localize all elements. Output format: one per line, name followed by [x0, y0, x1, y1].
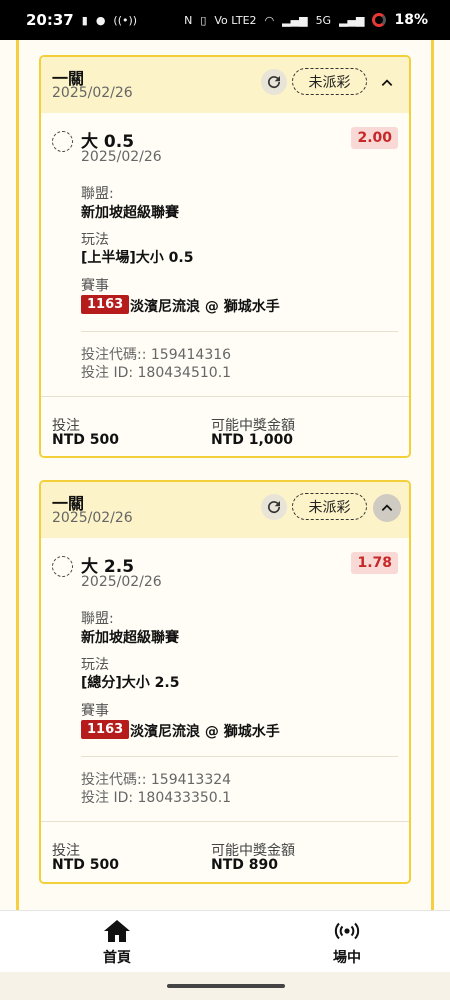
bet-date: 2025/02/26 — [52, 85, 133, 101]
play-label: 玩法 — [81, 657, 109, 673]
stake-value: NTD 500 — [52, 857, 119, 873]
match-label: 賽事 — [81, 703, 109, 719]
home-gesture-bar[interactable] — [167, 984, 285, 988]
bet-card-header[interactable]: 一關 2025/02/26 未派彩 — [41, 482, 409, 538]
live-broadcast-icon — [334, 922, 360, 940]
stake-value: NTD 500 — [52, 432, 119, 448]
bet-card-header[interactable]: 一關 2025/02/26 未派彩 — [41, 57, 409, 113]
bet-id: 投注 ID: 180434510.1 — [81, 365, 232, 381]
selection-date: 2025/02/26 — [81, 574, 162, 590]
signal-icon: ▂▄▆ — [282, 13, 308, 27]
divider — [81, 331, 398, 332]
right-rail — [431, 40, 434, 910]
nav-home[interactable]: 首頁 — [77, 919, 157, 967]
league-label: 聯盟: — [81, 611, 114, 627]
bet-card-footer: 投注 NTD 500 可能中獎金額 NTD 1,000 — [41, 396, 409, 456]
volte-indicator: Vo LTE2 — [214, 13, 257, 27]
line-app-icon: ● — [95, 13, 106, 27]
play-value: [總分]大小 2.5 — [81, 675, 180, 691]
battery-ring-icon — [372, 13, 387, 27]
bet-card-body: 大 2.5 2025/02/26 1.78 聯盟: 新加坡超級聯賽 玩法 [總分… — [41, 538, 409, 821]
settlement-status-badge: 未派彩 — [292, 493, 367, 520]
chevron-up-icon[interactable] — [373, 69, 401, 97]
match-label: 賽事 — [81, 278, 109, 294]
play-label: 玩法 — [81, 232, 109, 248]
match-number-badge: 1163 — [81, 295, 130, 314]
league-value: 新加坡超級聯賽 — [81, 630, 179, 646]
odds-badge: 2.00 — [351, 127, 398, 149]
select-radio[interactable] — [52, 556, 73, 577]
network-type: 5G — [315, 13, 332, 27]
sim-card-icon: ▮ — [81, 13, 88, 27]
hotspot-icon: ((•)) — [113, 13, 138, 27]
payout-value: NTD 1,000 — [211, 432, 294, 448]
bet-card-footer: 投注 NTD 500 可能中獎金額 NTD 890 — [41, 821, 409, 882]
gesture-area — [0, 972, 450, 1000]
wifi-icon: ◠ — [264, 13, 275, 27]
clock: 20:37 — [26, 11, 74, 29]
refresh-icon[interactable] — [261, 494, 287, 520]
match-name: 淡濱尼流浪 @ 獅城水手 — [130, 724, 280, 740]
settlement-status-badge: 未派彩 — [292, 68, 367, 95]
bet-date: 2025/02/26 — [52, 510, 133, 526]
divider — [81, 756, 398, 757]
nav-home-label: 首頁 — [103, 950, 131, 966]
signal-2-icon: ▂▄▆ — [339, 13, 365, 27]
bet-list[interactable]: 一關 2025/02/26 未派彩 大 0.5 2025/02/26 2.00 … — [0, 40, 450, 910]
match-name: 淡濱尼流浪 @ 獅城水手 — [130, 299, 280, 315]
status-bar: 20:37 ▮ ● ((•)) N ▯ Vo LTE2 ◠ ▂▄▆ 5G ▂▄▆… — [0, 0, 450, 40]
league-label: 聯盟: — [81, 186, 114, 202]
select-radio[interactable] — [52, 131, 73, 152]
bet-card: 一關 2025/02/26 未派彩 大 2.5 2025/02/26 1.78 … — [39, 480, 411, 884]
battery-level: 18% — [394, 12, 428, 28]
nav-live[interactable]: 場中 — [307, 919, 387, 967]
bet-card-body: 大 0.5 2025/02/26 2.00 聯盟: 新加坡超級聯賽 玩法 [上半… — [41, 113, 409, 396]
chevron-up-icon[interactable] — [373, 494, 401, 522]
selection-date: 2025/02/26 — [81, 149, 162, 165]
bottom-nav: 首頁 場中 — [0, 910, 450, 972]
payout-value: NTD 890 — [211, 857, 278, 873]
nfc-icon: N — [184, 13, 193, 27]
bet-id: 投注 ID: 180433350.1 — [81, 790, 232, 806]
league-value: 新加坡超級聯賽 — [81, 205, 179, 221]
odds-badge: 1.78 — [351, 552, 398, 574]
bet-code: 投注代碼:: 159414316 — [81, 347, 232, 363]
play-value: [上半場]大小 0.5 — [81, 250, 194, 266]
refresh-icon[interactable] — [261, 69, 287, 95]
nav-live-label: 場中 — [333, 950, 361, 966]
bet-code: 投注代碼:: 159413324 — [81, 772, 232, 788]
home-icon — [104, 920, 130, 942]
bet-card: 一關 2025/02/26 未派彩 大 0.5 2025/02/26 2.00 … — [39, 55, 411, 458]
left-rail — [16, 40, 19, 910]
match-number-badge: 1163 — [81, 720, 130, 739]
vibrate-icon: ▯ — [200, 13, 207, 27]
